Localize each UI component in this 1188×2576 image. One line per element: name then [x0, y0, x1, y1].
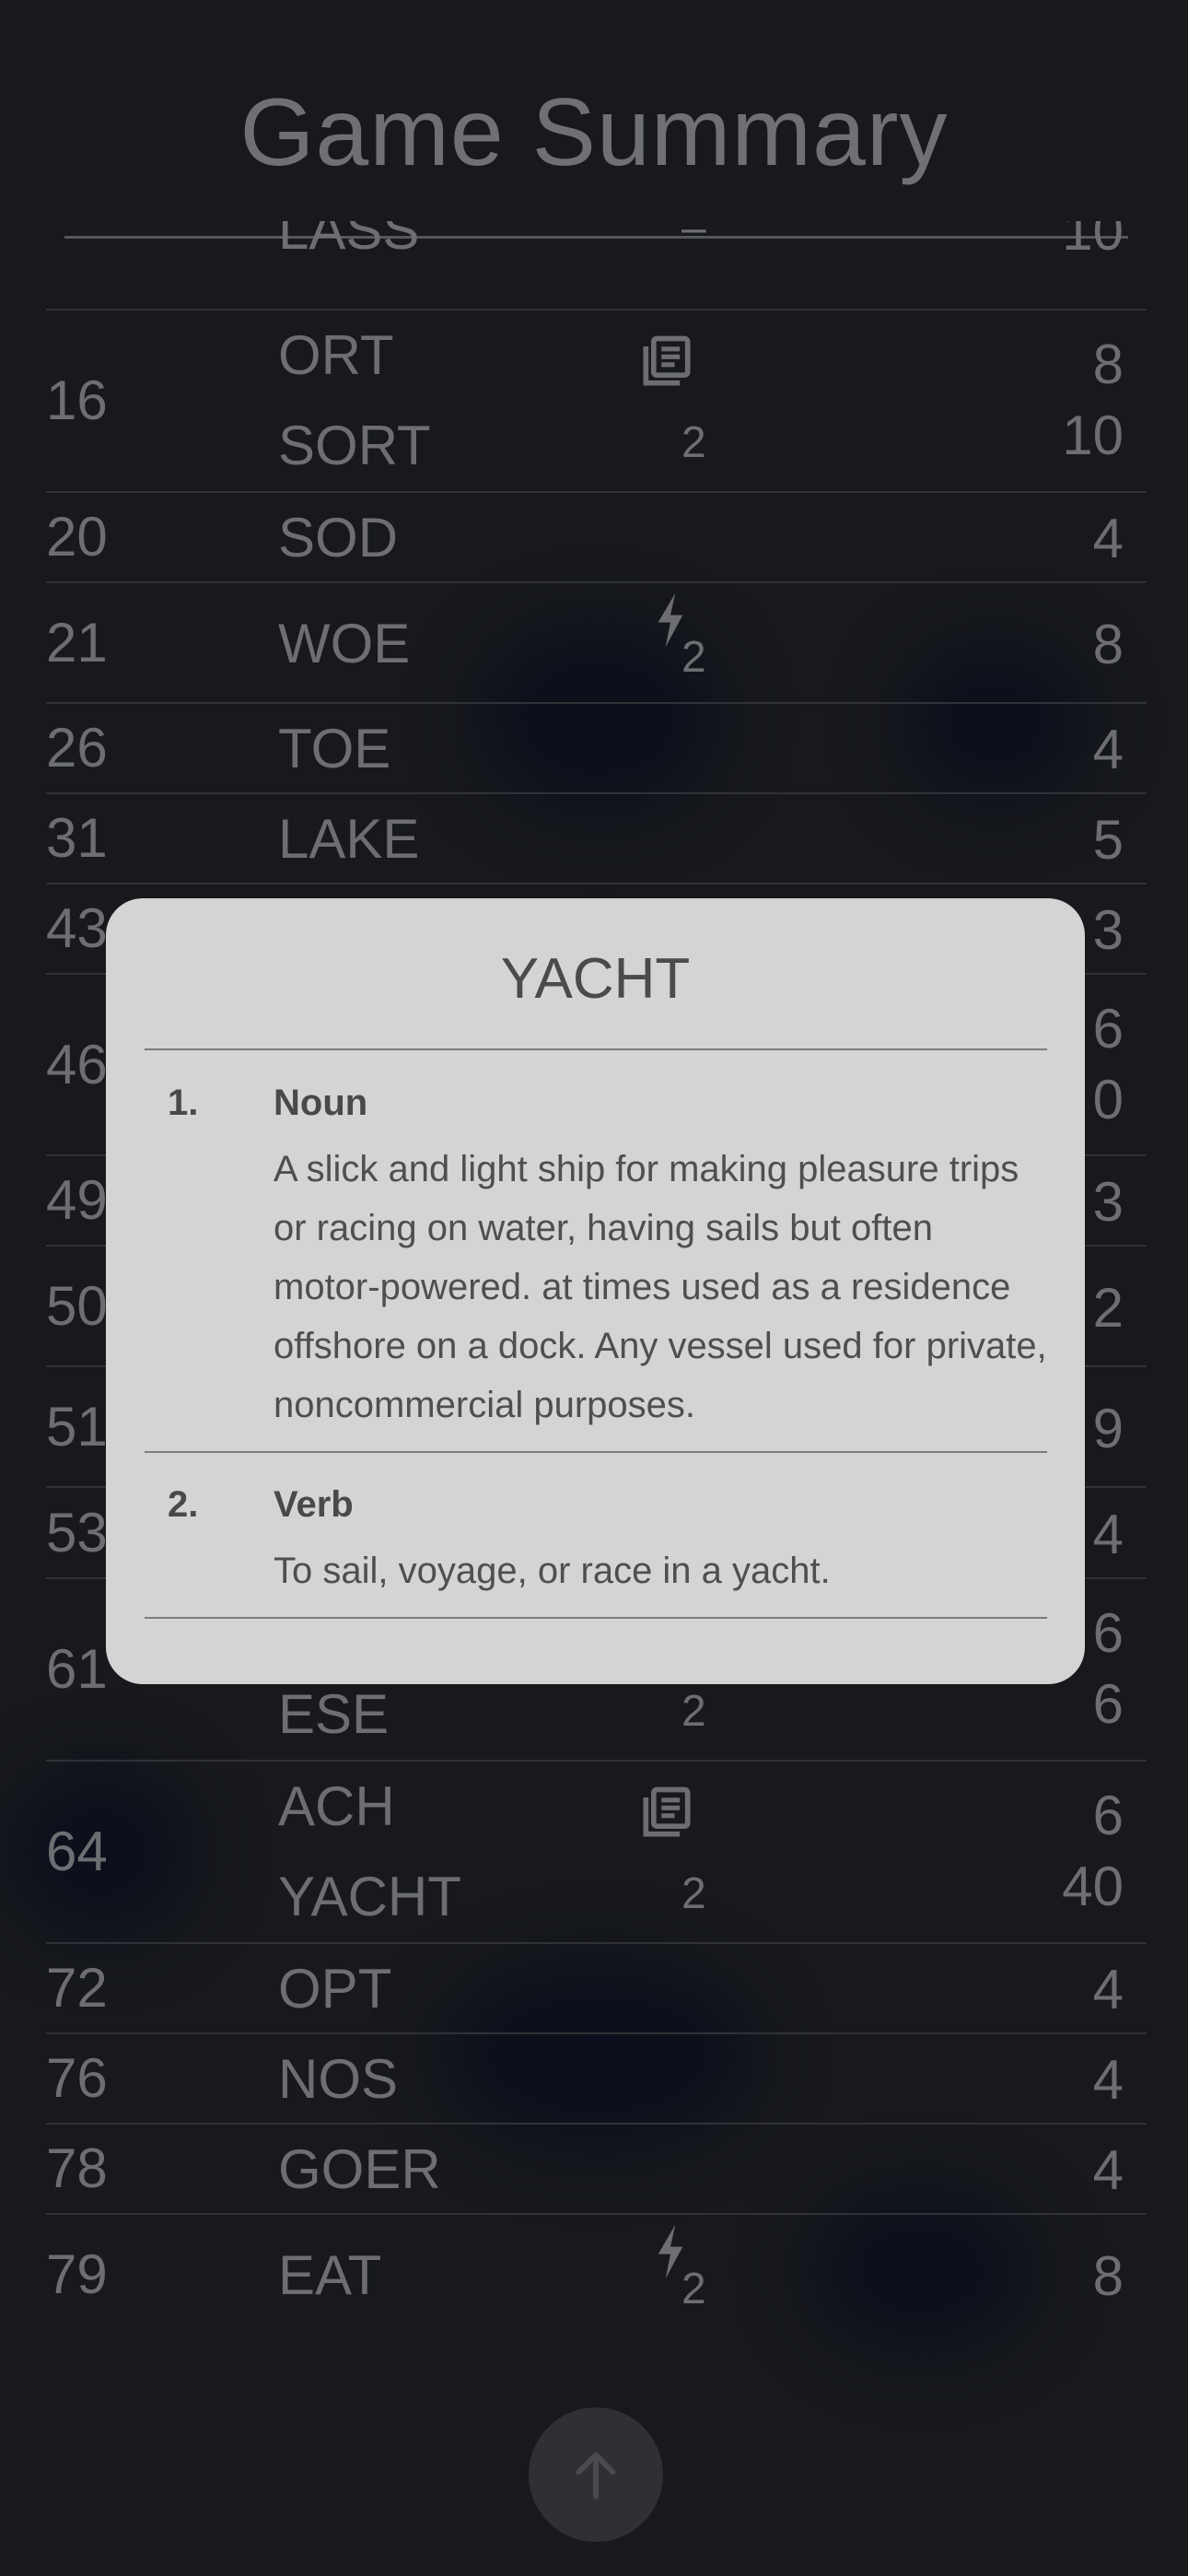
dialog-divider — [145, 1451, 1047, 1453]
definition-part-of-speech: Noun — [274, 1083, 368, 1123]
dialog-divider — [145, 1617, 1047, 1619]
definition-text: A slick and light ship for making pleasu… — [274, 1149, 1047, 1425]
dialog-divider — [145, 1048, 1047, 1050]
definition-index: 1. — [168, 1083, 199, 1123]
definition-text: To sail, voyage, or race in a yacht. — [274, 1551, 831, 1591]
definition-part-of-speech: Verb — [274, 1484, 354, 1525]
definition-index: 2. — [168, 1484, 199, 1525]
definition-dialog: YACHT 1. Noun A slick and light ship for… — [106, 898, 1085, 1684]
dialog-word: YACHT — [500, 947, 691, 1011]
